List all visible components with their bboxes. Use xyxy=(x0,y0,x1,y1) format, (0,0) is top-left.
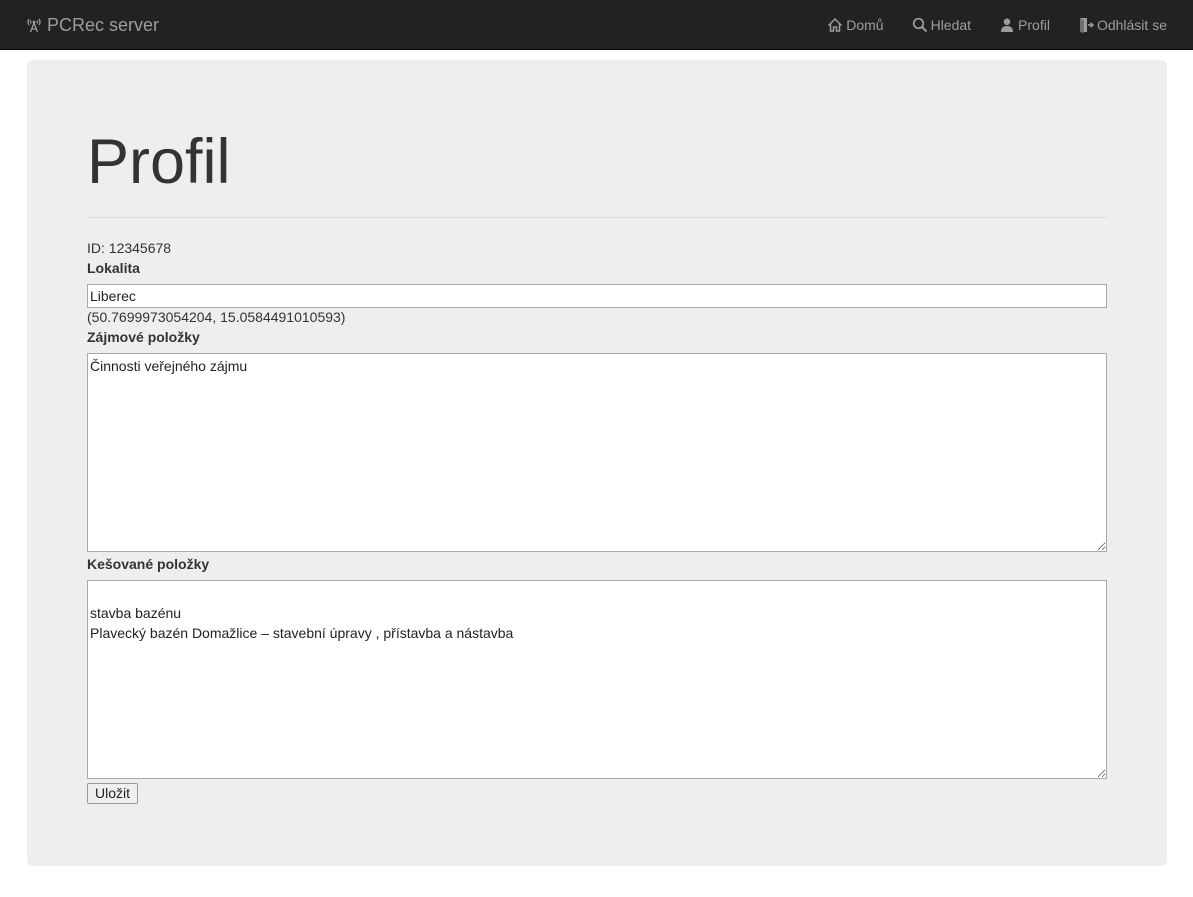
user-icon xyxy=(1001,18,1014,32)
interest-items-label: Zájmové položky xyxy=(87,329,200,345)
nav-profile[interactable]: Profil xyxy=(984,0,1063,50)
cached-items-label: Kešované položky xyxy=(87,556,210,572)
nav-search-label: Hledat xyxy=(930,17,972,33)
profile-panel: Profil ID: 12345678 Lokalita (50.7699973… xyxy=(27,60,1167,866)
cached-items-textarea[interactable]: stavba bazénu Plavecký bazén Domažlice –… xyxy=(87,580,1107,779)
nav-profile-label: Profil xyxy=(1018,17,1050,33)
brand-link[interactable]: PCRec server xyxy=(25,0,159,50)
nav-home[interactable]: Domů xyxy=(812,0,896,50)
page-title: Profil xyxy=(87,127,231,197)
brand-label: PCRec server xyxy=(47,14,160,35)
search-icon xyxy=(912,17,927,33)
location-input[interactable] xyxy=(87,284,1107,308)
interest-items-textarea[interactable]: Činnosti veřejného zájmu xyxy=(87,353,1107,552)
nav-home-label: Domů xyxy=(846,17,884,33)
location-coordinates: (50.7699973054204, 15.0584491010593) xyxy=(87,309,346,325)
nav-logout[interactable]: Odhlásit se xyxy=(1063,0,1180,50)
nav-search[interactable]: Hledat xyxy=(897,0,984,50)
broadcast-tower-icon xyxy=(27,18,41,32)
logout-icon xyxy=(1079,18,1094,33)
nav-links: Domů Hledat Profil Odhlásit se xyxy=(812,0,1180,50)
save-button[interactable]: Uložit xyxy=(87,783,139,804)
home-icon xyxy=(828,17,843,32)
title-divider xyxy=(87,217,1107,218)
user-id: ID: 12345678 xyxy=(87,240,172,256)
top-navbar: PCRec server Domů Hledat Profil Odhlásit… xyxy=(0,0,1193,50)
location-label: Lokalita xyxy=(87,260,140,276)
nav-logout-label: Odhlásit se xyxy=(1096,17,1167,33)
